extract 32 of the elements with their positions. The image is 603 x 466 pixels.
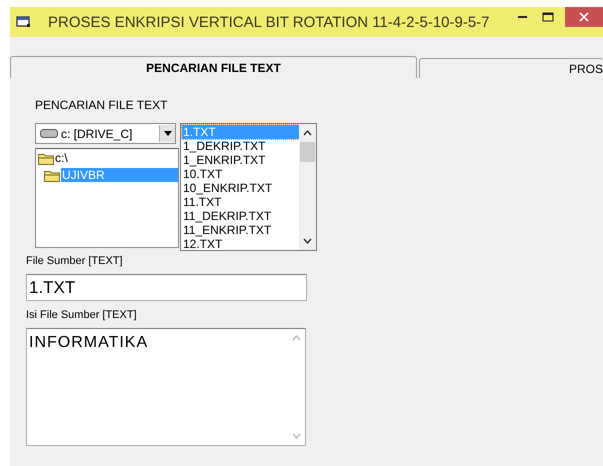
window-icon bbox=[16, 16, 30, 28]
file-item[interactable]: 1_DEKRIP.TXT bbox=[182, 139, 299, 153]
folder-icon bbox=[44, 168, 60, 182]
section-label: PENCARIAN FILE TEXT bbox=[35, 98, 168, 113]
folder-icon bbox=[38, 152, 54, 164]
scroll-down-icon bbox=[303, 238, 312, 244]
file-item[interactable]: 10.TXT bbox=[182, 167, 299, 181]
drive-dropdown[interactable]: c: [DRIVE_C] bbox=[35, 123, 176, 144]
file-item[interactable]: 1_ENKRIP.TXT bbox=[182, 153, 299, 167]
source-content-field[interactable]: INFORMATIKA bbox=[26, 328, 306, 446]
scrollbar[interactable] bbox=[299, 124, 316, 250]
file-item[interactable]: 11_ENKRIP.TXT bbox=[182, 223, 299, 237]
drive-icon bbox=[40, 129, 58, 138]
close-button[interactable] bbox=[565, 7, 603, 27]
file-item[interactable]: 11.TXT bbox=[182, 195, 299, 209]
source-file-field[interactable]: 1.TXT bbox=[26, 274, 307, 301]
file-item[interactable]: 11_DEKRIP.TXT bbox=[182, 209, 299, 223]
tab[interactable]: PENCARIAN FILE TEXT bbox=[10, 56, 417, 78]
scroll-thumb[interactable] bbox=[300, 142, 315, 162]
scroll-up-icon bbox=[292, 335, 301, 341]
field-label: File Sumber [TEXT] bbox=[26, 255, 124, 269]
window-title: PROSES ENKRIPSI VERTICAL BIT ROTATION 11-4-2-5-10-9-5-7 bbox=[48, 14, 490, 30]
folder-item[interactable]: c:\ bbox=[36, 150, 178, 166]
scroll-down-icon bbox=[292, 433, 301, 439]
file-item[interactable]: 10_ENKRIP.TXT bbox=[182, 181, 299, 195]
maximize-icon bbox=[542, 12, 554, 22]
close-icon bbox=[579, 12, 589, 22]
minimize-icon bbox=[518, 16, 526, 18]
scroll-up-icon bbox=[303, 130, 312, 136]
field-label: Isi File Sumber [TEXT] bbox=[26, 309, 138, 323]
file-item[interactable]: 12.TXT bbox=[182, 237, 299, 251]
tab[interactable]: PROS bbox=[419, 58, 603, 78]
